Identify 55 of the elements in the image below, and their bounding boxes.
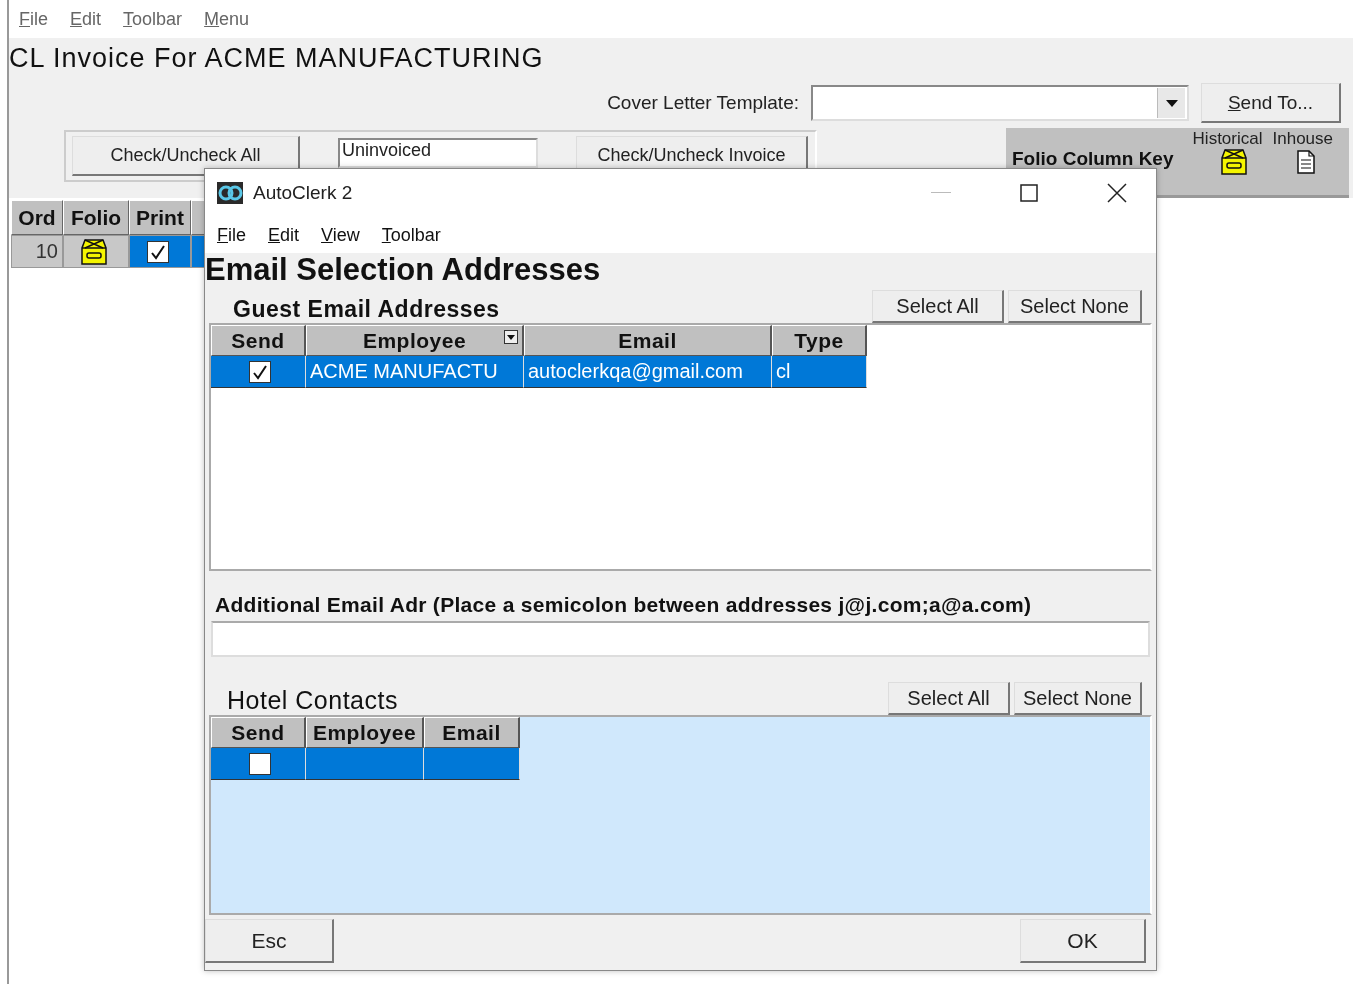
menu-item[interactable]: View: [321, 224, 360, 246]
menu-item[interactable]: Toolbar: [381, 224, 441, 246]
send-to-button[interactable]: Send To...: [1201, 83, 1341, 123]
column-header[interactable]: Email: [524, 325, 772, 356]
filter-field[interactable]: Uninvoiced: [338, 138, 538, 168]
menu-item[interactable]: Edit: [268, 224, 300, 246]
column-header[interactable]: Employee: [306, 717, 424, 748]
select-button[interactable]: Select None: [1014, 682, 1142, 715]
menu-item[interactable]: Toolbar: [123, 8, 183, 30]
table-cell: 10: [11, 235, 63, 268]
close-icon: [1107, 183, 1127, 203]
field-label: Additional Email Adr (Place a semicolon between addresses j@j.com;a@a.com): [214, 592, 1033, 618]
minimize-icon: [931, 192, 951, 194]
select-button[interactable]: Select None: [1008, 290, 1142, 323]
checkbox[interactable]: [147, 240, 169, 263]
field-label: Cover Letter Template:: [607, 92, 799, 114]
column-header[interactable]: Type: [772, 325, 867, 356]
table-cell: autoclerkqa@gmail.com: [524, 356, 772, 388]
column-header[interactable]: Ord: [11, 200, 63, 235]
window-title: CL Invoice For ACME MANUFACTURING: [9, 42, 545, 75]
template-dropdown[interactable]: [811, 85, 1189, 121]
table-cell: ACME MANUFACTU: [306, 356, 524, 388]
email-field[interactable]: [211, 621, 1150, 657]
menu-item[interactable]: File: [19, 8, 48, 30]
key-label: Inhouse: [1272, 130, 1333, 148]
select-button[interactable]: Select All: [872, 290, 1004, 323]
column-header[interactable]: Employee: [306, 325, 524, 356]
section-title: Guest Email Addresses: [232, 296, 500, 323]
checkbox[interactable]: [249, 752, 271, 775]
file-drawer-icon: [1219, 148, 1249, 176]
filter-icon[interactable]: [504, 330, 518, 344]
file-drawer-icon: [79, 237, 109, 266]
key-title: Folio Column Key: [1012, 148, 1174, 170]
key-label: Historical: [1192, 130, 1263, 148]
check-all-button[interactable]: Check/Uncheck All: [72, 136, 300, 176]
column-header[interactable]: Print: [129, 200, 191, 235]
dialog-button[interactable]: Esc: [205, 919, 334, 963]
column-header[interactable]: Folio: [63, 200, 129, 235]
dialog-title: AutoClerk 2: [253, 182, 354, 204]
dialog-button[interactable]: OK: [1020, 919, 1146, 963]
checkbox[interactable]: [249, 360, 271, 383]
maximize-icon: [1020, 184, 1038, 202]
menu-item[interactable]: Edit: [70, 8, 102, 30]
app-logo-icon: [217, 182, 243, 204]
dialog-heading: Email Selection Addresses: [205, 253, 602, 287]
column-header[interactable]: Send: [211, 717, 306, 748]
document-icon: [1297, 150, 1315, 174]
column-header[interactable]: Email: [424, 717, 520, 748]
select-button[interactable]: Select All: [888, 682, 1010, 715]
menu-item[interactable]: File: [217, 224, 246, 246]
caret-icon: [1165, 99, 1178, 107]
menu-item[interactable]: Menu: [204, 8, 250, 30]
section-title: Hotel Contacts: [226, 686, 398, 715]
column-header[interactable]: Send: [211, 325, 306, 356]
table-cell: cl: [772, 356, 867, 388]
